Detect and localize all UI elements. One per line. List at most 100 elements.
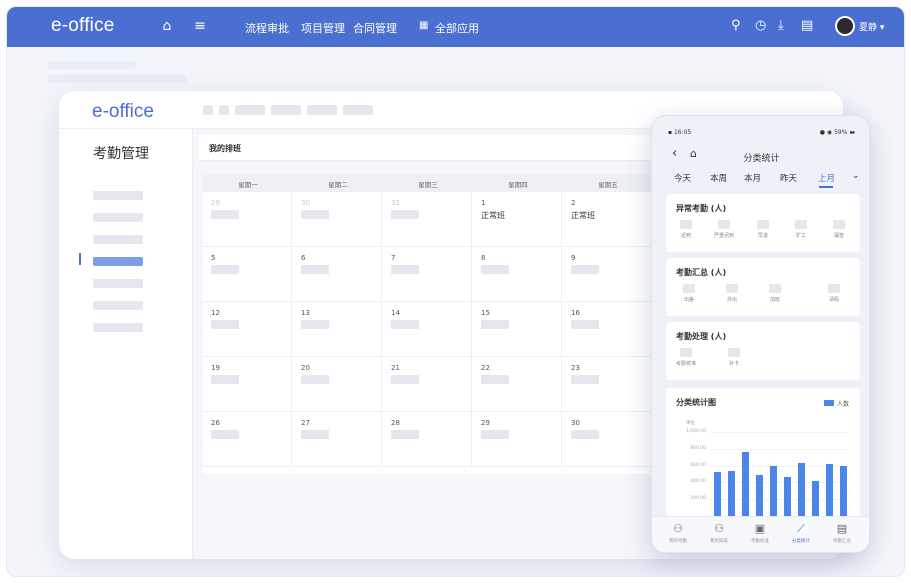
calendar-day-cell[interactable]: 9: [563, 247, 652, 302]
stat-item[interactable]: 迟到: [671, 220, 701, 239]
stat-item[interactable]: 外出: [717, 284, 747, 303]
calendar-day-cell[interactable]: 5: [203, 247, 292, 302]
day-number: 26: [211, 419, 220, 427]
weekday-label: 星期二: [328, 181, 348, 189]
sidebar-item[interactable]: [93, 235, 143, 244]
abnormal-card: 异常考勤 (人) 迟到 严重迟到 早退 旷工 漏签: [666, 194, 860, 252]
nav-contract-management[interactable]: 合同管理: [353, 20, 397, 36]
day-number: 15: [481, 309, 490, 317]
day-number: 30: [571, 419, 580, 427]
shift-placeholder: [391, 265, 419, 274]
period-tab[interactable]: 本月: [744, 172, 761, 184]
bottom-nav-item[interactable]: ▤ 考勤汇总: [824, 522, 860, 544]
document-icon[interactable]: ▤: [801, 18, 813, 33]
calendar-day-cell[interactable]: 22: [473, 357, 562, 412]
menu-icon[interactable]: ≡: [192, 18, 208, 34]
shift-placeholder: [301, 375, 329, 384]
weekday-label: 星期三: [418, 181, 438, 189]
shift-placeholder: [391, 430, 419, 439]
bottom-nav-item[interactable]: ▣ 考勤校准: [742, 522, 778, 544]
sidebar-item[interactable]: [93, 191, 143, 200]
calendar-day-cell[interactable]: 6: [293, 247, 382, 302]
my-schedule-icon: ⚇: [714, 522, 724, 535]
stat-item[interactable]: 请假: [819, 284, 849, 303]
sidebar-title: 考勤管理: [93, 146, 149, 162]
day-number: 28: [391, 419, 400, 427]
stat-label: 漏签: [833, 233, 844, 239]
home-icon[interactable]: ⌂: [159, 18, 175, 34]
nav-process-approval[interactable]: 流程审批: [245, 20, 289, 36]
period-tab[interactable]: 上月: [818, 172, 835, 184]
clock-icon[interactable]: ◷: [755, 18, 766, 33]
calendar-day-cell[interactable]: 8: [473, 247, 562, 302]
bottom-nav-label: 我的考勤: [669, 539, 687, 544]
calendar-day-cell[interactable]: 29: [473, 412, 562, 467]
sidebar-item[interactable]: [93, 323, 143, 332]
calendar-day-cell[interactable]: 31: [383, 192, 472, 247]
period-tab[interactable]: 本周: [710, 172, 727, 184]
header-placeholder: [343, 105, 373, 115]
stat-value-placeholder: [680, 220, 692, 229]
stat-item[interactable]: 早退: [748, 220, 778, 239]
stat-value-placeholder: [769, 284, 781, 293]
calendar-day-cell[interactable]: 21: [383, 357, 472, 412]
calendar-day-cell[interactable]: 20: [293, 357, 382, 412]
calendar-day-cell[interactable]: 19: [203, 357, 292, 412]
stat-value-placeholder: [757, 220, 769, 229]
calendar-day-cell[interactable]: 16: [563, 302, 652, 357]
grid-icon[interactable]: ▦: [419, 20, 428, 31]
bottom-nav-item[interactable]: ⚇ 我的排班: [701, 522, 737, 544]
chart-bar: [728, 471, 735, 516]
stat-item[interactable]: 严重迟到: [709, 220, 739, 239]
weekday-label: 星期一: [238, 181, 258, 189]
stat-label: 严重迟到: [713, 233, 734, 239]
calendar-day-cell[interactable]: 2 正常班: [563, 192, 652, 247]
calendar-day-cell[interactable]: 28: [383, 412, 472, 467]
nav-all-apps[interactable]: 全部应用: [435, 20, 479, 36]
sidebar-item[interactable]: [93, 213, 143, 222]
calendar-day-cell[interactable]: 30: [293, 192, 382, 247]
day-number: 20: [301, 364, 310, 372]
calendar-day-cell[interactable]: 7: [383, 247, 472, 302]
search-icon[interactable]: ⚲: [731, 18, 741, 33]
chevron-down-icon[interactable]: ⌄: [852, 171, 860, 181]
user-name[interactable]: 夏静 ▾: [859, 20, 884, 33]
bottom-nav-item[interactable]: ⚇ 我的考勤: [660, 522, 696, 544]
calendar-day-cell[interactable]: 30: [563, 412, 652, 467]
chart-card: 分类统计图 人数 单位 1,000.00 800.00 600.00 400.00 20…: [666, 388, 860, 524]
calendar-day-cell[interactable]: 27: [293, 412, 382, 467]
handling-title: 考勤处理 (人): [676, 332, 727, 341]
bottom-nav-label: 考勤汇总: [833, 539, 851, 544]
download-icon[interactable]: ⤓: [778, 18, 784, 33]
period-tab[interactable]: 今天: [674, 172, 691, 184]
sidebar-item-active[interactable]: [93, 257, 143, 266]
calendar-day-cell[interactable]: 29: [203, 192, 292, 247]
calendar-day-cell[interactable]: 1 正常班: [473, 192, 562, 247]
nav-project-management[interactable]: 项目管理: [301, 20, 345, 36]
stat-value-placeholder: [795, 220, 807, 229]
calendar-day-cell[interactable]: 13: [293, 302, 382, 357]
bottom-nav-item[interactable]: ⟋ 分类统计: [783, 522, 819, 544]
sidebar-item[interactable]: [93, 279, 143, 288]
shift-label: 正常班: [571, 211, 595, 220]
sidebar-item[interactable]: [93, 301, 143, 310]
calendar-day-cell[interactable]: 26: [203, 412, 292, 467]
chart-bar: [826, 463, 833, 516]
period-tab[interactable]: 昨天: [780, 172, 797, 184]
stat-item[interactable]: 漏签: [824, 220, 854, 239]
calendar-day-cell[interactable]: 15: [473, 302, 562, 357]
calendar-day-cell[interactable]: 23: [563, 357, 652, 412]
bottom-nav-label: 分类统计: [792, 539, 810, 544]
y-tick-label: 1,000.00: [685, 429, 706, 434]
stat-item[interactable]: 补卡: [719, 348, 749, 367]
stat-item[interactable]: 考勤校准: [671, 348, 701, 367]
stat-item[interactable]: 出差: [674, 284, 704, 303]
stat-item[interactable]: 加班: [760, 284, 790, 303]
avatar[interactable]: [835, 16, 855, 36]
calendar-day-cell[interactable]: 12: [203, 302, 292, 357]
header-placeholder: [235, 105, 265, 115]
stat-item[interactable]: 旷工: [786, 220, 816, 239]
tab-my-schedule[interactable]: 我的排班: [209, 143, 241, 154]
header-placeholder: [307, 105, 337, 115]
calendar-day-cell[interactable]: 14: [383, 302, 472, 357]
